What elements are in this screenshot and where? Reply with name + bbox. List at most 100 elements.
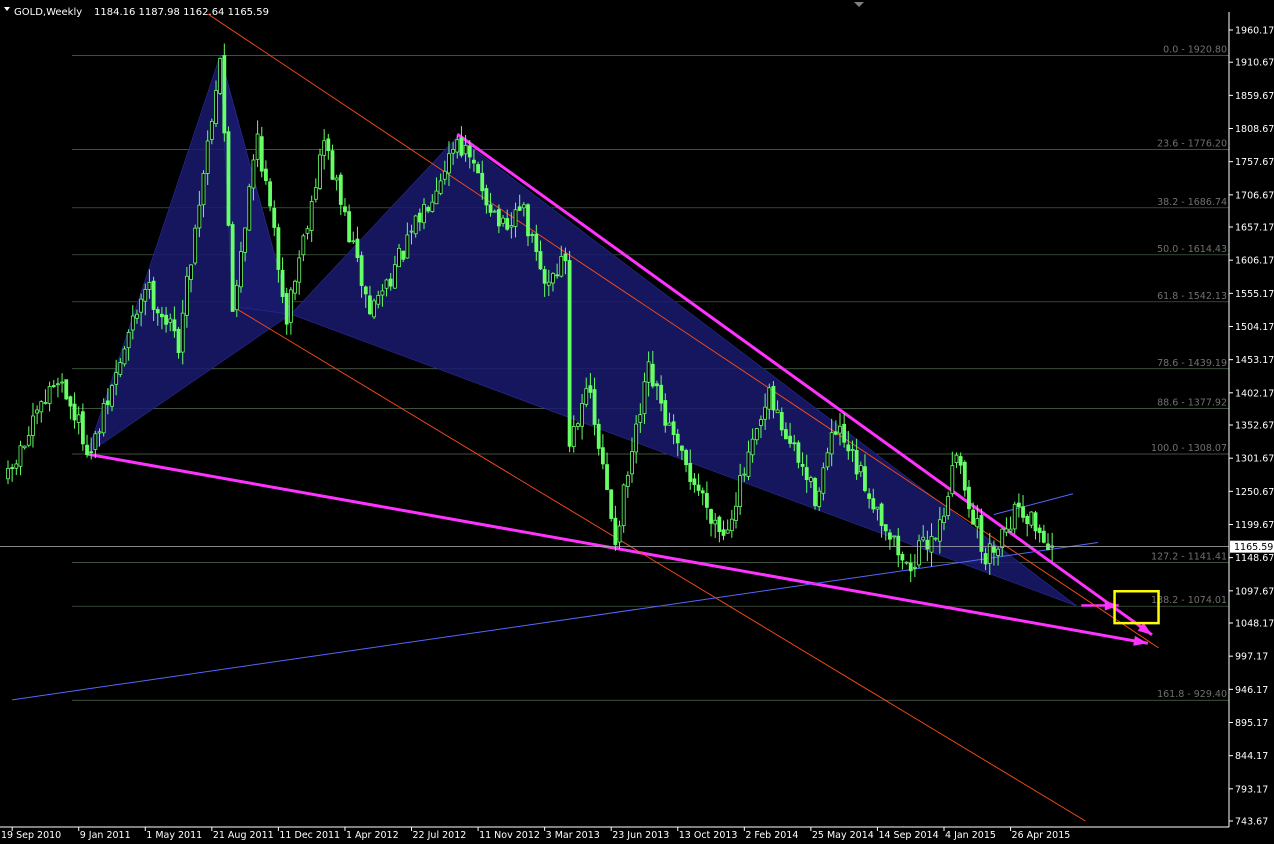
candle-body [530, 234, 535, 236]
price-tick-label: 1808.67 [1235, 124, 1274, 135]
candle-body [788, 435, 792, 444]
candle-body [501, 217, 505, 224]
candle-body [14, 463, 19, 469]
candle-body [792, 442, 797, 445]
fib-level-label: 138.2 - 1074.01 [1151, 595, 1227, 606]
candle-body [962, 461, 967, 491]
candle-body [521, 204, 526, 209]
price-tick-label: 1706.67 [1235, 190, 1274, 201]
candle-body [605, 464, 609, 490]
candle-body [996, 548, 1000, 556]
price-tick-label: 1504.17 [1235, 322, 1274, 333]
candle-body [771, 385, 776, 411]
candle-body [372, 300, 376, 318]
candle-body [110, 385, 114, 407]
candle-body [567, 260, 572, 447]
candle-body [729, 518, 734, 532]
candle-body [896, 535, 901, 556]
price-tick-label: 946.17 [1235, 685, 1268, 696]
ohlc-label: 1184.16 1187.98 1162.64 1165.59 [94, 7, 269, 18]
candle-body [426, 206, 431, 212]
time-tick-label: 9 Jan 2011 [80, 830, 131, 841]
candle-body [1025, 516, 1030, 525]
candle-body [272, 207, 277, 228]
candle-body [64, 379, 69, 400]
price-tick-label: 1960.17 [1235, 26, 1274, 37]
candle-body [584, 388, 589, 405]
candle-body [942, 515, 946, 524]
candle-body [759, 419, 763, 426]
candle-body [43, 402, 48, 404]
candle-body [160, 313, 164, 318]
candle-body [513, 209, 518, 227]
candle-body [197, 204, 202, 229]
candle-body [937, 519, 942, 542]
candle-body [392, 264, 397, 289]
candle-body [588, 385, 593, 393]
price-tick-label: 1352.67 [1235, 421, 1274, 432]
candle-body [60, 381, 64, 384]
candle-body [546, 281, 551, 286]
candle-body [871, 498, 876, 510]
price-tick-label: 1402.17 [1235, 388, 1274, 399]
candle-body [139, 298, 144, 313]
candle-body [318, 154, 322, 189]
candle-body [368, 295, 372, 315]
candle-body [184, 275, 189, 316]
candle-body [933, 537, 938, 540]
fib-level-label: 78.6 - 1439.19 [1157, 358, 1227, 369]
candle-body [330, 150, 335, 180]
candle-body [534, 233, 539, 252]
candle-body [867, 493, 872, 499]
candle-body [463, 144, 468, 155]
candle-body [114, 372, 119, 385]
candle-body [663, 400, 668, 426]
candle-body [621, 484, 626, 527]
candle-body [405, 234, 410, 259]
candle-body [6, 467, 10, 480]
candle-body [230, 224, 235, 312]
candle-body [505, 218, 510, 230]
time-tick-label: 4 Jan 2015 [945, 830, 996, 841]
candle-body [813, 478, 817, 507]
price-chart[interactable]: 0.0 - 1920.80 23.6 - 1776.20 38.2 - 1686.7… [0, 0, 1274, 844]
candle-body [1029, 511, 1034, 526]
last-price-label: 1165.59 [1234, 542, 1273, 553]
candle-body [97, 431, 102, 434]
candle-body [413, 215, 418, 235]
candle-body [355, 238, 360, 258]
candle-body [829, 432, 834, 455]
candle-body [754, 428, 759, 441]
candle-body [193, 227, 198, 264]
fib-level-label: 38.2 - 1686.74 [1157, 197, 1227, 208]
candle-body [833, 431, 838, 435]
fib-level-label: 61.8 - 1542.13 [1157, 291, 1227, 302]
candle-body [459, 137, 464, 156]
candle-body [430, 201, 435, 212]
candle-body [908, 562, 913, 572]
candle-body [51, 385, 56, 387]
candle-body [858, 465, 863, 473]
candle-body [409, 230, 414, 233]
candle-body [842, 423, 847, 443]
time-tick-label: 1 May 2011 [146, 830, 202, 841]
time-tick-label: 1 Apr 2012 [346, 830, 399, 841]
candle-body [1037, 527, 1042, 533]
candle-body [243, 227, 248, 253]
price-tick-label: 997.17 [1235, 652, 1268, 663]
candle-body [480, 172, 485, 192]
candle-body [68, 396, 73, 407]
candle-body [646, 361, 651, 383]
candle-body [571, 426, 576, 448]
candle-body [276, 227, 281, 270]
candle-body [89, 451, 94, 454]
fib-level-label: 161.8 - 929.40 [1157, 689, 1227, 700]
candle-body [101, 403, 106, 434]
candle-body [954, 454, 959, 464]
candle-body [912, 566, 917, 569]
candle-body [1021, 506, 1025, 518]
candle-body [401, 250, 406, 260]
candle-body [56, 383, 60, 386]
candle-body [72, 403, 77, 421]
candle-body [625, 474, 630, 487]
